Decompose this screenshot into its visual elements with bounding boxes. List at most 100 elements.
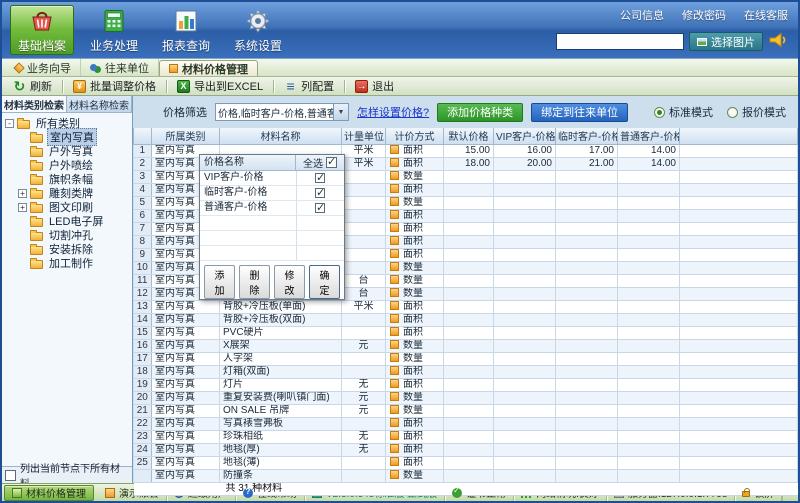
- popup-header-select-all[interactable]: 全选: [296, 155, 344, 170]
- tree-item[interactable]: +图文印刷: [2, 200, 132, 214]
- cell-category: 室内写真: [152, 326, 220, 339]
- table-row[interactable]: 14室内写真背胶+冷压板(双面)面积: [134, 313, 798, 326]
- cell-material-name: 防撞条: [220, 469, 342, 482]
- price-type-checkbox[interactable]: [315, 188, 325, 198]
- bind-to-units-button[interactable]: 绑定到往来单位: [531, 103, 628, 122]
- column-header[interactable]: 计价方式: [386, 128, 444, 144]
- cell-row-number: 18: [134, 365, 152, 378]
- column-header[interactable]: VIP客户-价格: [494, 128, 556, 144]
- table-row[interactable]: 25室内写真地毯(薄)面积: [134, 456, 798, 469]
- pricing-method-icon: [390, 418, 399, 427]
- cell-row-number: 17: [134, 352, 152, 365]
- tree-item[interactable]: 室内写真: [2, 130, 132, 144]
- price-type-row[interactable]: VIP客户-价格: [200, 171, 344, 186]
- delete-button[interactable]: 删除: [239, 265, 270, 299]
- empty-row: [200, 216, 344, 231]
- tree-item[interactable]: LED电子屏: [2, 214, 132, 228]
- expand-plus-icon[interactable]: +: [18, 203, 27, 212]
- table-row[interactable]: 18室内写真灯箱(双面)面积: [134, 365, 798, 378]
- cell-temp-price: [556, 209, 618, 222]
- tree-item[interactable]: 户外写真: [2, 144, 132, 158]
- table-row[interactable]: 20室内写真重复安装费(喇叭镇门面)元数量: [134, 391, 798, 404]
- add-button[interactable]: 添加: [204, 265, 235, 299]
- column-header[interactable]: 材料名称: [220, 128, 342, 144]
- price-type-checkbox[interactable]: [315, 203, 325, 213]
- online-service-link[interactable]: 在线客服: [744, 7, 788, 23]
- confirm-button[interactable]: 确定: [309, 265, 340, 299]
- how-to-set-price-link[interactable]: 怎样设置价格?: [357, 104, 429, 120]
- cell-filler: [680, 261, 798, 274]
- nav-item-label: 系统设置: [234, 37, 282, 54]
- cell-unit: 元: [342, 391, 386, 404]
- tab-name-search[interactable]: 材料名称检索: [67, 96, 132, 112]
- tab-business-units[interactable]: 往来单位: [81, 59, 159, 76]
- horn-icon[interactable]: [768, 31, 788, 52]
- tree-item[interactable]: 切割冲孔: [2, 228, 132, 242]
- nav-item-business[interactable]: 业务处理: [82, 5, 146, 55]
- list-all-materials-checkbox[interactable]: [5, 470, 16, 481]
- column-header[interactable]: [680, 128, 798, 144]
- tab-business-wizard[interactable]: 业务向导: [6, 59, 81, 76]
- expand-plus-icon[interactable]: +: [18, 189, 27, 198]
- cell-row-number: 3: [134, 170, 152, 183]
- tab-material-price-management[interactable]: 材料价格管理: [159, 60, 258, 76]
- cell-pricing-method: 面积: [386, 313, 444, 326]
- table-row[interactable]: 19室内写真灯片无面积: [134, 378, 798, 391]
- table-row[interactable]: 21室内写真ON SALE 吊牌元数量: [134, 404, 798, 417]
- add-price-type-button[interactable]: 添加价格种类: [437, 103, 523, 122]
- table-row[interactable]: 24室内写真地毯(厚)无面积: [134, 443, 798, 456]
- column-header[interactable]: 默认价格: [444, 128, 494, 144]
- toolbar-button-exit[interactable]: 退出: [349, 78, 400, 95]
- select-picture-button[interactable]: 选择图片: [689, 32, 763, 51]
- quote-mode-radio[interactable]: 报价模式: [727, 104, 786, 120]
- price-filter-combo[interactable]: 价格,临时客户-价格,普通客户-价格: [215, 103, 349, 121]
- cell-row-number: 15: [134, 326, 152, 339]
- tab-category-search[interactable]: 材料类别检索: [2, 96, 67, 112]
- price-type-checkbox[interactable]: [315, 173, 325, 183]
- combo-dropdown-icon[interactable]: [333, 104, 348, 120]
- tree-item[interactable]: 安装拆除: [2, 242, 132, 256]
- cell-filler: [680, 352, 798, 365]
- column-header[interactable]: [134, 128, 152, 144]
- toolbar-button-adjust-price[interactable]: 批量调整价格: [67, 78, 162, 95]
- toolbar-button-column-config[interactable]: 列配置: [278, 78, 340, 95]
- change-password-link[interactable]: 修改密码: [682, 7, 726, 23]
- tree-item[interactable]: 旗帜条幅: [2, 172, 132, 186]
- table-row[interactable]: 15室内写真PVC硬片面积: [134, 326, 798, 339]
- table-row[interactable]: 17室内写真人字架数量: [134, 352, 798, 365]
- tree-item[interactable]: 户外喷绘: [2, 158, 132, 172]
- table-row[interactable]: 22室内写真写真裱雪弗板面积: [134, 417, 798, 430]
- nav-item-basic-archives[interactable]: 基础档案: [10, 5, 74, 55]
- toolbar-button-export-excel[interactable]: 导出到EXCEL: [171, 78, 269, 95]
- expand-minus-icon[interactable]: -: [5, 119, 14, 128]
- column-header[interactable]: 临时客户-价格: [556, 128, 618, 144]
- nav-item-settings[interactable]: 系统设置: [226, 5, 290, 55]
- column-header[interactable]: 普通客户-价格: [618, 128, 680, 144]
- price-type-row[interactable]: 临时客户-价格: [200, 186, 344, 201]
- table-row[interactable]: 23室内写真珍珠相纸无面积: [134, 430, 798, 443]
- cell-vip-price: [494, 248, 556, 261]
- search-input[interactable]: [556, 33, 684, 50]
- table-row[interactable]: 16室内写真X展架元数量: [134, 339, 798, 352]
- status-module[interactable]: 材料价格管理: [4, 485, 94, 501]
- tree-item[interactable]: +雕刻类牌: [2, 186, 132, 200]
- nav-item-reports[interactable]: 报表查询: [154, 5, 218, 55]
- select-all-checkbox[interactable]: [326, 157, 337, 168]
- tree-item[interactable]: 加工制作: [2, 256, 132, 270]
- modify-button[interactable]: 修改: [274, 265, 305, 299]
- column-header[interactable]: 计量单位: [342, 128, 386, 144]
- price-type-row[interactable]: 普通客户-价格: [200, 201, 344, 216]
- cell-filler: [680, 300, 798, 313]
- pricing-method-icon: [390, 184, 399, 193]
- pricing-method-icon: [390, 340, 399, 349]
- standard-mode-radio[interactable]: 标准模式: [654, 104, 713, 120]
- column-header[interactable]: 所属类别: [152, 128, 220, 144]
- price-filter-row: 价格筛选 价格,临时客户-价格,普通客户-价格 怎样设置价格? 添加价格种类 绑…: [133, 96, 798, 128]
- company-info-link[interactable]: 公司信息: [620, 7, 664, 23]
- cell-filler: [680, 365, 798, 378]
- table-row[interactable]: 室内写真防撞条数量: [134, 469, 798, 482]
- cell-unit: 台: [342, 287, 386, 300]
- toolbar-button-refresh[interactable]: 刷新: [7, 78, 58, 95]
- cell-default-price: [444, 404, 494, 417]
- cell-vip-price: [494, 196, 556, 209]
